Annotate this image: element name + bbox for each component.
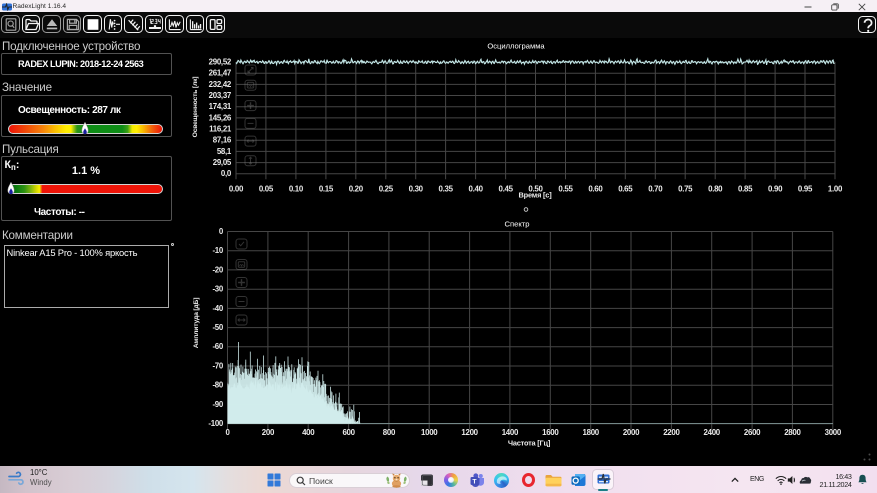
svg-text:0.35: 0.35 [439,184,454,193]
svg-text:0.05: 0.05 [259,184,274,193]
svg-text:Освещенность [лк]: Освещенность [лк] [192,77,199,138]
svg-text:-40: -40 [212,304,223,313]
svg-text:1.00: 1.00 [828,184,843,193]
svg-text:-70: -70 [212,361,223,370]
svg-text:-30: -30 [212,285,223,294]
svg-text:0,0: 0,0 [221,169,232,178]
svg-text:116,21: 116,21 [209,125,232,134]
svg-text:2400: 2400 [704,428,721,437]
svg-text:200: 200 [262,428,275,437]
svg-text:-10: -10 [212,246,223,255]
svg-text:1000: 1000 [421,428,438,437]
svg-text:2200: 2200 [663,428,680,437]
svg-text:0.00: 0.00 [229,184,244,193]
svg-text:Время [с]: Время [с] [519,191,553,200]
svg-text:0.10: 0.10 [289,184,304,193]
svg-text:600: 600 [342,428,355,437]
svg-text:290,52: 290,52 [209,57,232,66]
svg-text:3000: 3000 [825,428,842,437]
svg-text:2800: 2800 [784,428,801,437]
svg-text:800: 800 [383,428,396,437]
svg-text:0.80: 0.80 [708,184,723,193]
svg-text:29,05: 29,05 [213,158,232,167]
svg-text:0.65: 0.65 [618,184,633,193]
svg-text:1400: 1400 [502,428,519,437]
svg-text:-80: -80 [212,381,223,390]
svg-text:0.45: 0.45 [499,184,514,193]
svg-text:0.30: 0.30 [409,184,424,193]
svg-text:0.20: 0.20 [349,184,364,193]
svg-text:2000: 2000 [623,428,640,437]
svg-text:0.60: 0.60 [588,184,603,193]
svg-text:-100: -100 [208,419,224,428]
svg-text:145,26: 145,26 [209,113,232,122]
svg-text:-20: -20 [212,265,223,274]
svg-text:0.90: 0.90 [768,184,783,193]
svg-text:0.15: 0.15 [319,184,334,193]
svg-text:Осциллограмма: Осциллограмма [487,42,545,51]
svg-text:203,37: 203,37 [209,91,232,100]
svg-text:0: 0 [219,227,224,236]
svg-text:0.55: 0.55 [558,184,573,193]
svg-text:0.85: 0.85 [738,184,753,193]
svg-text:-50: -50 [212,323,223,332]
svg-text:0.95: 0.95 [798,184,813,193]
svg-text:0: 0 [225,428,230,437]
svg-text:0.70: 0.70 [648,184,663,193]
svg-text:0.40: 0.40 [469,184,484,193]
svg-text:87,16: 87,16 [213,136,232,145]
svg-text:58,1: 58,1 [217,147,232,156]
svg-text:1200: 1200 [461,428,478,437]
svg-text:Частота [Гц]: Частота [Гц] [508,438,551,447]
svg-text:-90: -90 [212,400,223,409]
svg-text:Спектр: Спектр [505,220,530,229]
svg-text:232,42: 232,42 [209,80,232,89]
svg-text:2600: 2600 [744,428,761,437]
svg-text:261,47: 261,47 [209,69,232,78]
svg-text:0.75: 0.75 [678,184,693,193]
svg-text:400: 400 [302,428,315,437]
svg-text:Амплитуда [дБ]: Амплитуда [дБ] [193,298,200,349]
svg-text:1800: 1800 [583,428,600,437]
svg-text:-60: -60 [212,342,223,351]
svg-text:1600: 1600 [542,428,559,437]
svg-text:0.25: 0.25 [379,184,394,193]
svg-text:174,31: 174,31 [209,102,232,111]
